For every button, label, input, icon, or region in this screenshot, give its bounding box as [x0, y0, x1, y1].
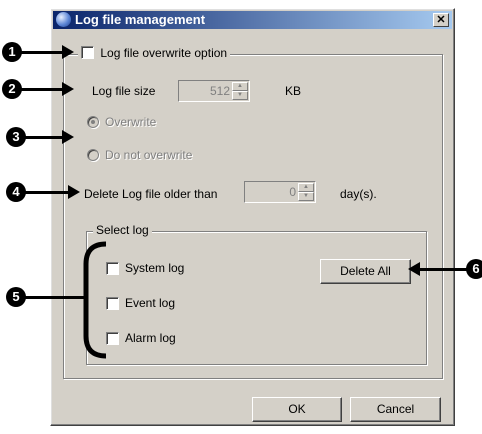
- log-file-size-value: 512: [209, 84, 230, 98]
- log-file-size-spinner[interactable]: 512 ▲ ▼: [178, 80, 250, 102]
- alarm-log-label: Alarm log: [125, 331, 176, 345]
- overwrite-option-label: Log file overwrite option: [100, 46, 228, 60]
- callout-6: 6: [466, 259, 482, 279]
- overwrite-option-legend: Log file overwrite option: [78, 46, 231, 60]
- callout-3-arrow-head: [62, 130, 74, 144]
- do-not-overwrite-radio-label: Do not overwrite: [105, 148, 193, 162]
- overwrite-option-checkbox[interactable]: [81, 46, 94, 59]
- callout-4-arrow-head: [68, 185, 80, 199]
- callout-6-arrow-line: [418, 268, 468, 271]
- callout-2-arrow-head: [62, 82, 74, 96]
- spin-up-button[interactable]: ▲: [232, 82, 248, 91]
- delete-older-label: Delete Log file older than: [84, 187, 218, 201]
- callout-1: 1: [2, 42, 22, 62]
- callout-4-arrow-line: [24, 191, 70, 194]
- spin-down-button[interactable]: ▼: [298, 192, 314, 201]
- callout-2: 2: [2, 79, 22, 99]
- close-button[interactable]: ✕: [433, 13, 449, 27]
- spin-down-button[interactable]: ▼: [232, 91, 248, 100]
- callout-4: 4: [6, 182, 26, 202]
- event-log-label: Event log: [125, 296, 176, 310]
- ok-button[interactable]: OK: [252, 397, 342, 422]
- delete-older-spinner[interactable]: 0 ▲ ▼: [244, 181, 316, 203]
- overwrite-radio[interactable]: [87, 116, 99, 128]
- log-file-size-unit: KB: [285, 84, 302, 98]
- callout-1-arrow-head: [62, 45, 74, 59]
- callout-2-arrow-line: [20, 88, 64, 91]
- callout-5: 5: [6, 287, 26, 307]
- spin-up-button[interactable]: ▲: [298, 183, 314, 192]
- overwrite-radio-label: Overwrite: [105, 115, 157, 129]
- callout-5-arrow-line: [24, 296, 84, 299]
- delete-older-unit: day(s).: [340, 187, 377, 201]
- delete-all-button[interactable]: Delete All: [320, 259, 411, 284]
- do-not-overwrite-radio[interactable]: [87, 149, 99, 161]
- globe-icon: [56, 12, 71, 27]
- system-log-label: System log: [125, 261, 185, 275]
- log-file-size-label: Log file size: [92, 84, 156, 98]
- callout-3: 3: [6, 127, 26, 147]
- callout-1-arrow-line: [20, 51, 64, 54]
- cancel-button[interactable]: Cancel: [350, 397, 441, 422]
- delete-older-value: 0: [289, 185, 296, 199]
- radio-selected-dot: [91, 120, 95, 124]
- log-file-management-dialog: Log file management ✕ Log file overwrite…: [50, 8, 455, 426]
- window-title: Log file management: [75, 12, 206, 27]
- callout-3-arrow-line: [24, 136, 64, 139]
- callout-5-bracket: [83, 241, 107, 359]
- title-bar[interactable]: Log file management ✕: [53, 11, 452, 29]
- select-log-legend: Select log: [93, 223, 152, 237]
